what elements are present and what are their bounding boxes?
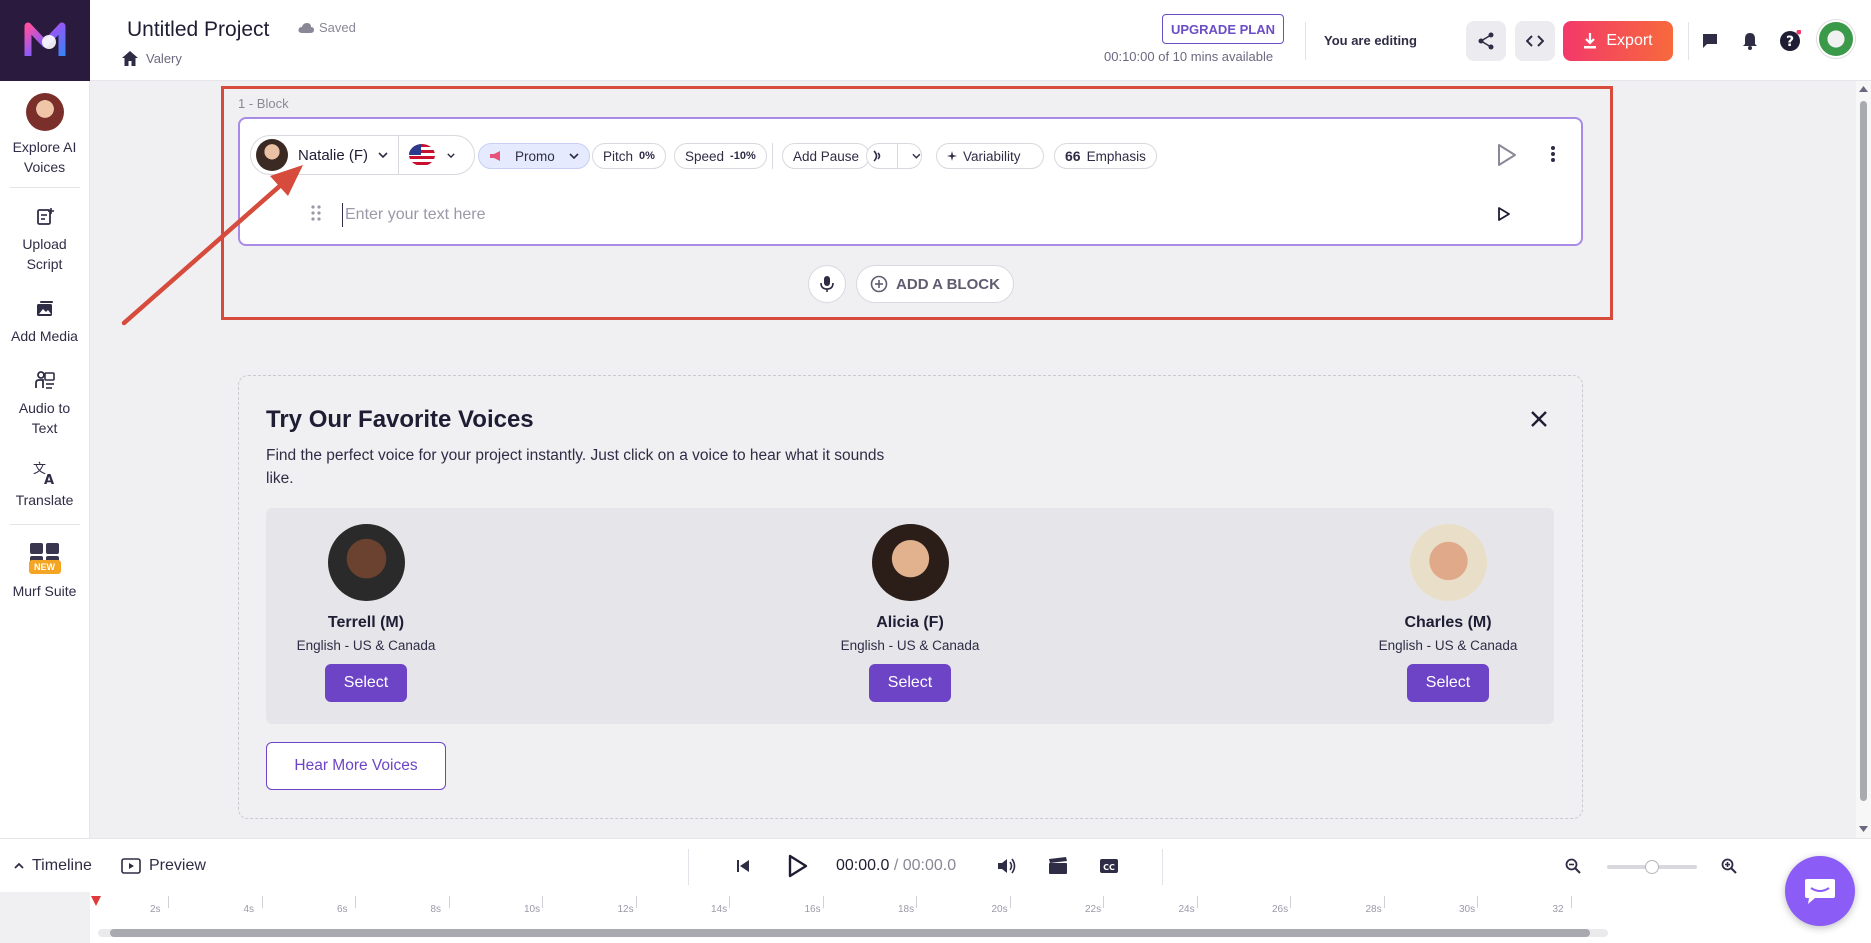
favorite-voices-title: Try Our Favorite Voices	[266, 406, 534, 433]
timeline-tick-label: 28s	[1365, 904, 1382, 915]
support-chat-button[interactable]	[1785, 856, 1855, 926]
timeline-tick-label: 16s	[804, 904, 821, 915]
voice-card-charles: Charles (M) English - US & Canada Select	[1348, 524, 1548, 702]
vertical-scrollbar[interactable]	[1856, 81, 1871, 838]
timeline-tick	[1009, 896, 1011, 908]
timeline-tick-label: 32	[1552, 904, 1564, 915]
timeline-tick	[261, 896, 263, 908]
zoom-in-icon[interactable]	[1716, 853, 1742, 879]
timeline-tick	[1196, 896, 1198, 908]
timeline-tick	[1477, 896, 1478, 908]
timeline-tick-label: 22s	[1085, 904, 1102, 915]
timeline-toggle[interactable]: Timeline	[14, 857, 92, 875]
zoom-slider-knob[interactable]	[1645, 860, 1659, 874]
close-icon[interactable]	[1526, 406, 1552, 432]
timeline-tick	[1570, 896, 1572, 908]
preview-icon	[121, 858, 141, 874]
timeline-tick-label: 2s	[150, 904, 161, 915]
timeline-tick-label: 14s	[711, 904, 728, 915]
favorite-voices-card: Try Our Favorite Voices Find the perfect…	[238, 375, 1583, 819]
timeline-tick	[542, 896, 543, 908]
select-voice-button[interactable]: Select	[1407, 664, 1489, 702]
timeline-tick	[635, 896, 637, 908]
timeline-tick-label: 26s	[1272, 904, 1289, 915]
scrollbar-thumb[interactable]	[1860, 101, 1867, 801]
timeline-tick	[168, 896, 169, 908]
zoom-slider[interactable]	[1607, 860, 1697, 874]
timeline-tick	[1290, 896, 1291, 908]
player-bar: Timeline Preview 00:00.0 / 00:00.0 CC	[0, 838, 1871, 892]
chat-icon	[1805, 879, 1835, 904]
select-voice-button[interactable]: Select	[869, 664, 951, 702]
favorite-voices-description: Find the perfect voice for your project …	[266, 447, 885, 487]
timeline-tick-label: 8s	[430, 904, 442, 915]
voice-avatar[interactable]	[1409, 524, 1487, 601]
timeline-tick	[448, 896, 450, 908]
scroll-down-icon	[1859, 826, 1868, 832]
timeline-tick-label: 24s	[1178, 904, 1195, 915]
hear-more-voices-button[interactable]: Hear More Voices	[266, 742, 446, 790]
playback-time: 00:00.0 / 00:00.0	[836, 857, 957, 874]
voice-card-alicia: Alicia (F) English - US & Canada Select	[810, 524, 1010, 702]
timeline-tick	[916, 896, 917, 908]
timeline-tick-label: 4s	[243, 904, 255, 915]
preview-button[interactable]: Preview	[121, 857, 206, 875]
timeline-tick-label: 20s	[991, 904, 1008, 915]
timeline-tick	[822, 896, 824, 908]
scroll-up-icon	[1859, 86, 1868, 92]
voice-avatar[interactable]	[327, 524, 405, 601]
timeline-tick-label: 10s	[524, 904, 541, 915]
play-icon[interactable]	[785, 853, 811, 879]
select-voice-button[interactable]: Select	[325, 664, 407, 702]
svg-text:CC: CC	[1103, 863, 1115, 872]
skip-back-icon[interactable]	[730, 853, 756, 879]
timeline-tick	[1103, 896, 1104, 908]
voice-avatar[interactable]	[871, 524, 949, 601]
chevron-up-icon	[14, 863, 24, 869]
video-clapper-icon[interactable]	[1045, 853, 1071, 879]
playhead[interactable]	[91, 896, 101, 906]
voice-card-terrell: Terrell (M) English - US & Canada Select	[266, 524, 466, 702]
timeline-ruler[interactable]: 2s 4s 6s 8s 10s 12s 14s 16s 18s 20s 22s 24s 26s 28s 30…	[90, 892, 1871, 943]
timeline-tick-label: 6s	[337, 904, 348, 915]
captions-icon[interactable]: CC	[1096, 853, 1122, 879]
timeline-tick-label: 18s	[898, 904, 915, 915]
zoom-out-icon[interactable]	[1560, 853, 1586, 879]
voices-panel: Terrell (M) English - US & Canada Select…	[266, 508, 1554, 724]
timeline-tick-label: 12s	[617, 904, 634, 915]
volume-icon[interactable]	[994, 853, 1020, 879]
timeline-tick	[729, 896, 730, 908]
timeline-tick-label: 30s	[1459, 904, 1476, 915]
timeline-tick	[355, 896, 356, 908]
scrollbar-thumb[interactable]	[110, 929, 1590, 937]
horizontal-scrollbar[interactable]	[98, 929, 1608, 937]
timeline-tick	[1383, 896, 1385, 908]
